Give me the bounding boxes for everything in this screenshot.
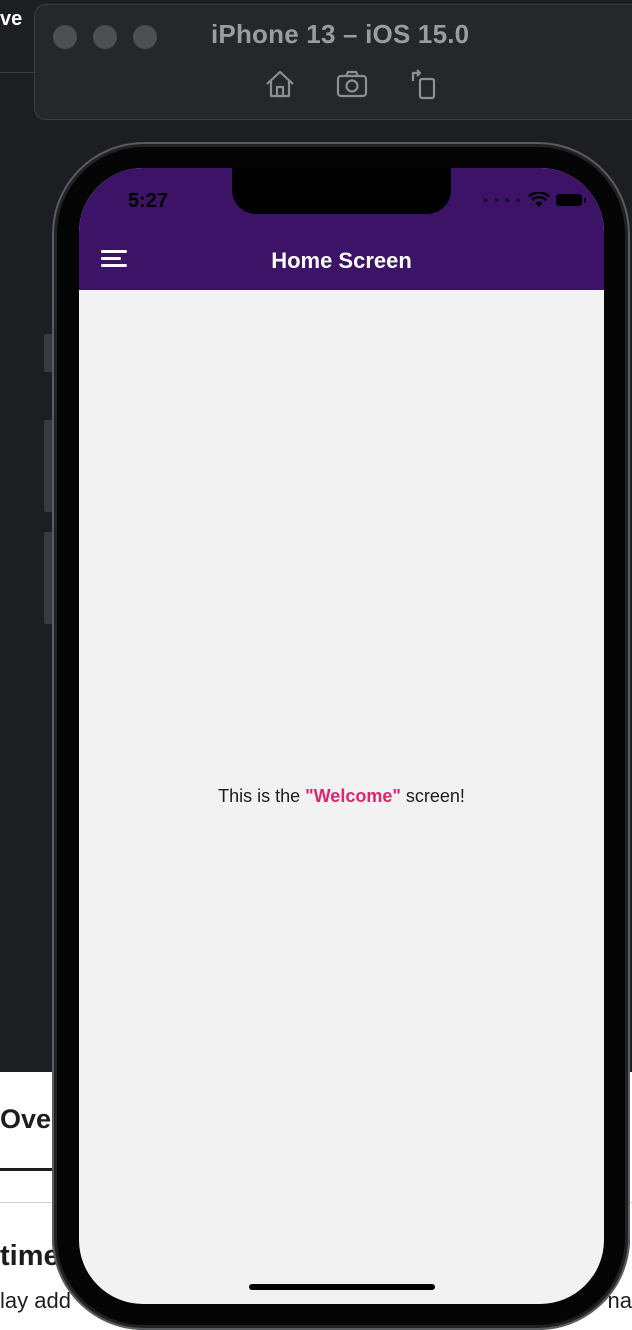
screenshot-icon[interactable] xyxy=(335,67,369,101)
close-window-button[interactable] xyxy=(53,25,77,49)
rotate-icon[interactable] xyxy=(407,67,441,101)
status-time: 5:27 xyxy=(128,190,169,212)
welcome-message-prefix: This is the xyxy=(218,786,306,806)
background-doc-underline xyxy=(0,1168,52,1171)
background-app-text: ve xyxy=(0,8,23,30)
welcome-message: This is the "Welcome" screen! xyxy=(79,786,604,807)
page-title: Home Screen xyxy=(271,248,412,273)
wifi-icon xyxy=(528,192,550,207)
zoom-window-button[interactable] xyxy=(133,25,157,49)
background-doc-heading: Ove xyxy=(0,1104,52,1134)
welcome-message-suffix: screen! xyxy=(400,786,465,806)
screen-content: This is the "Welcome" screen! xyxy=(79,290,604,1304)
background-doc-subheading: time xyxy=(0,1240,60,1272)
home-indicator[interactable] xyxy=(249,1284,435,1290)
minimize-window-button[interactable] xyxy=(93,25,117,49)
background-doc-body-left: lay add xyxy=(0,1288,71,1313)
cellular-signal-icon: ● ● ● ● xyxy=(482,194,522,206)
device-screen: 5:27 ● ● ● ● Home Screen This is the "We… xyxy=(79,168,604,1304)
home-icon[interactable] xyxy=(263,67,297,101)
device-notch xyxy=(232,168,451,214)
simulator-title: iPhone 13 – iOS 15.0 xyxy=(211,19,470,49)
battery-icon xyxy=(556,194,586,206)
welcome-message-highlight: "Welcome" xyxy=(305,786,401,806)
status-indicators: ● ● ● ● xyxy=(482,192,586,208)
simulator-window-toolbar: iPhone 13 – iOS 15.0 xyxy=(34,4,632,120)
nav-header: 5:27 ● ● ● ● Home Screen xyxy=(79,168,604,290)
